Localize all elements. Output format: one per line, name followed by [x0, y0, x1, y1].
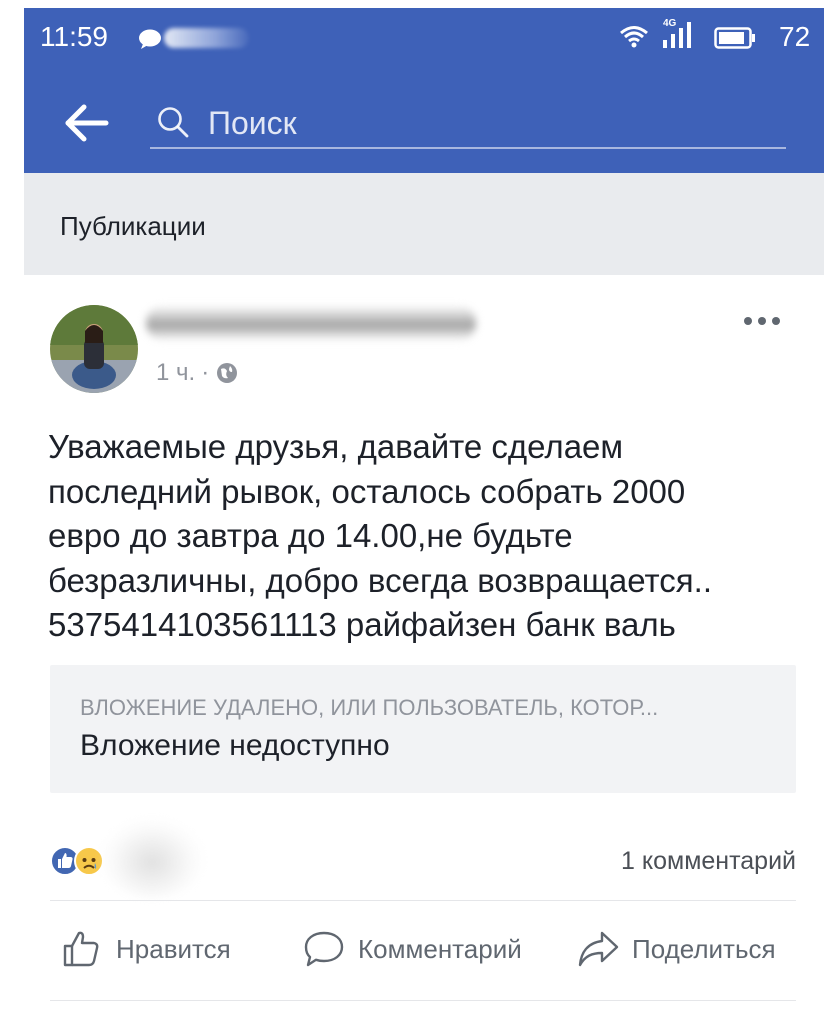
battery-level: 72 — [779, 21, 811, 52]
post-actions: Нравится Комментарий Поделиться — [24, 903, 824, 998]
status-time: 11:59 — [40, 21, 108, 52]
meta-separator-icon: · — [201, 359, 210, 386]
share-icon — [578, 931, 619, 967]
share-button[interactable]: Поделиться — [576, 925, 776, 973]
thumbs-up-icon — [63, 931, 99, 967]
post-time: 1 ч. — [156, 359, 196, 386]
divider — [50, 900, 796, 901]
app-frame: 11:59 4G 72 Поиск Публикации 1 ч. · Уваж… — [24, 8, 824, 1008]
search-app-bar: Поиск — [24, 73, 824, 173]
like-label: Нравится — [116, 933, 231, 964]
post-meta: 1 ч. · — [156, 359, 239, 387]
comment-label: Комментарий — [358, 933, 522, 964]
section-header: Публикации — [24, 173, 824, 275]
author-name-blur — [146, 305, 476, 341]
more-options-icon[interactable] — [740, 311, 784, 331]
share-label: Поделиться — [632, 933, 776, 964]
post-card: 1 ч. · Уважаемые друзья, давайте сделаем… — [24, 275, 824, 1008]
attachment-unavailable[interactable]: ВЛОЖЕНИЕ УДАЛЕНО, ИЛИ ПОЛЬЗОВАТЕЛЬ, КОТО… — [50, 665, 796, 793]
back-arrow-icon[interactable] — [62, 101, 112, 145]
reactor-name-blur — [100, 818, 204, 898]
signal-icon — [663, 22, 691, 48]
attachment-caption: ВЛОЖЕНИЕ УДАЛЕНО, ИЛИ ПОЛЬЗОВАТЕЛЬ, КОТО… — [80, 695, 659, 720]
chat-bubble-icon — [139, 29, 161, 49]
notification-blur — [164, 28, 249, 48]
reactions-row: 1 комментарий — [24, 813, 824, 898]
divider — [50, 1000, 796, 1001]
search-icon — [158, 107, 189, 138]
comment-button[interactable]: Комментарий — [302, 925, 522, 973]
wifi-icon — [620, 26, 648, 48]
comments-count[interactable]: 1 комментарий — [621, 847, 796, 876]
search-placeholder: Поиск — [208, 105, 297, 141]
globe-icon — [217, 363, 238, 383]
like-button[interactable]: Нравится — [60, 925, 231, 973]
attachment-title: Вложение недоступно — [80, 729, 390, 762]
search-input[interactable]: Поиск — [150, 93, 786, 149]
comment-icon — [304, 931, 344, 967]
battery-icon — [714, 27, 755, 49]
post-text: Уважаемые друзья, давайте сделаем послед… — [48, 428, 712, 643]
status-bar: 11:59 4G 72 — [24, 8, 824, 73]
avatar[interactable] — [50, 305, 138, 393]
section-title: Публикации — [60, 211, 206, 241]
